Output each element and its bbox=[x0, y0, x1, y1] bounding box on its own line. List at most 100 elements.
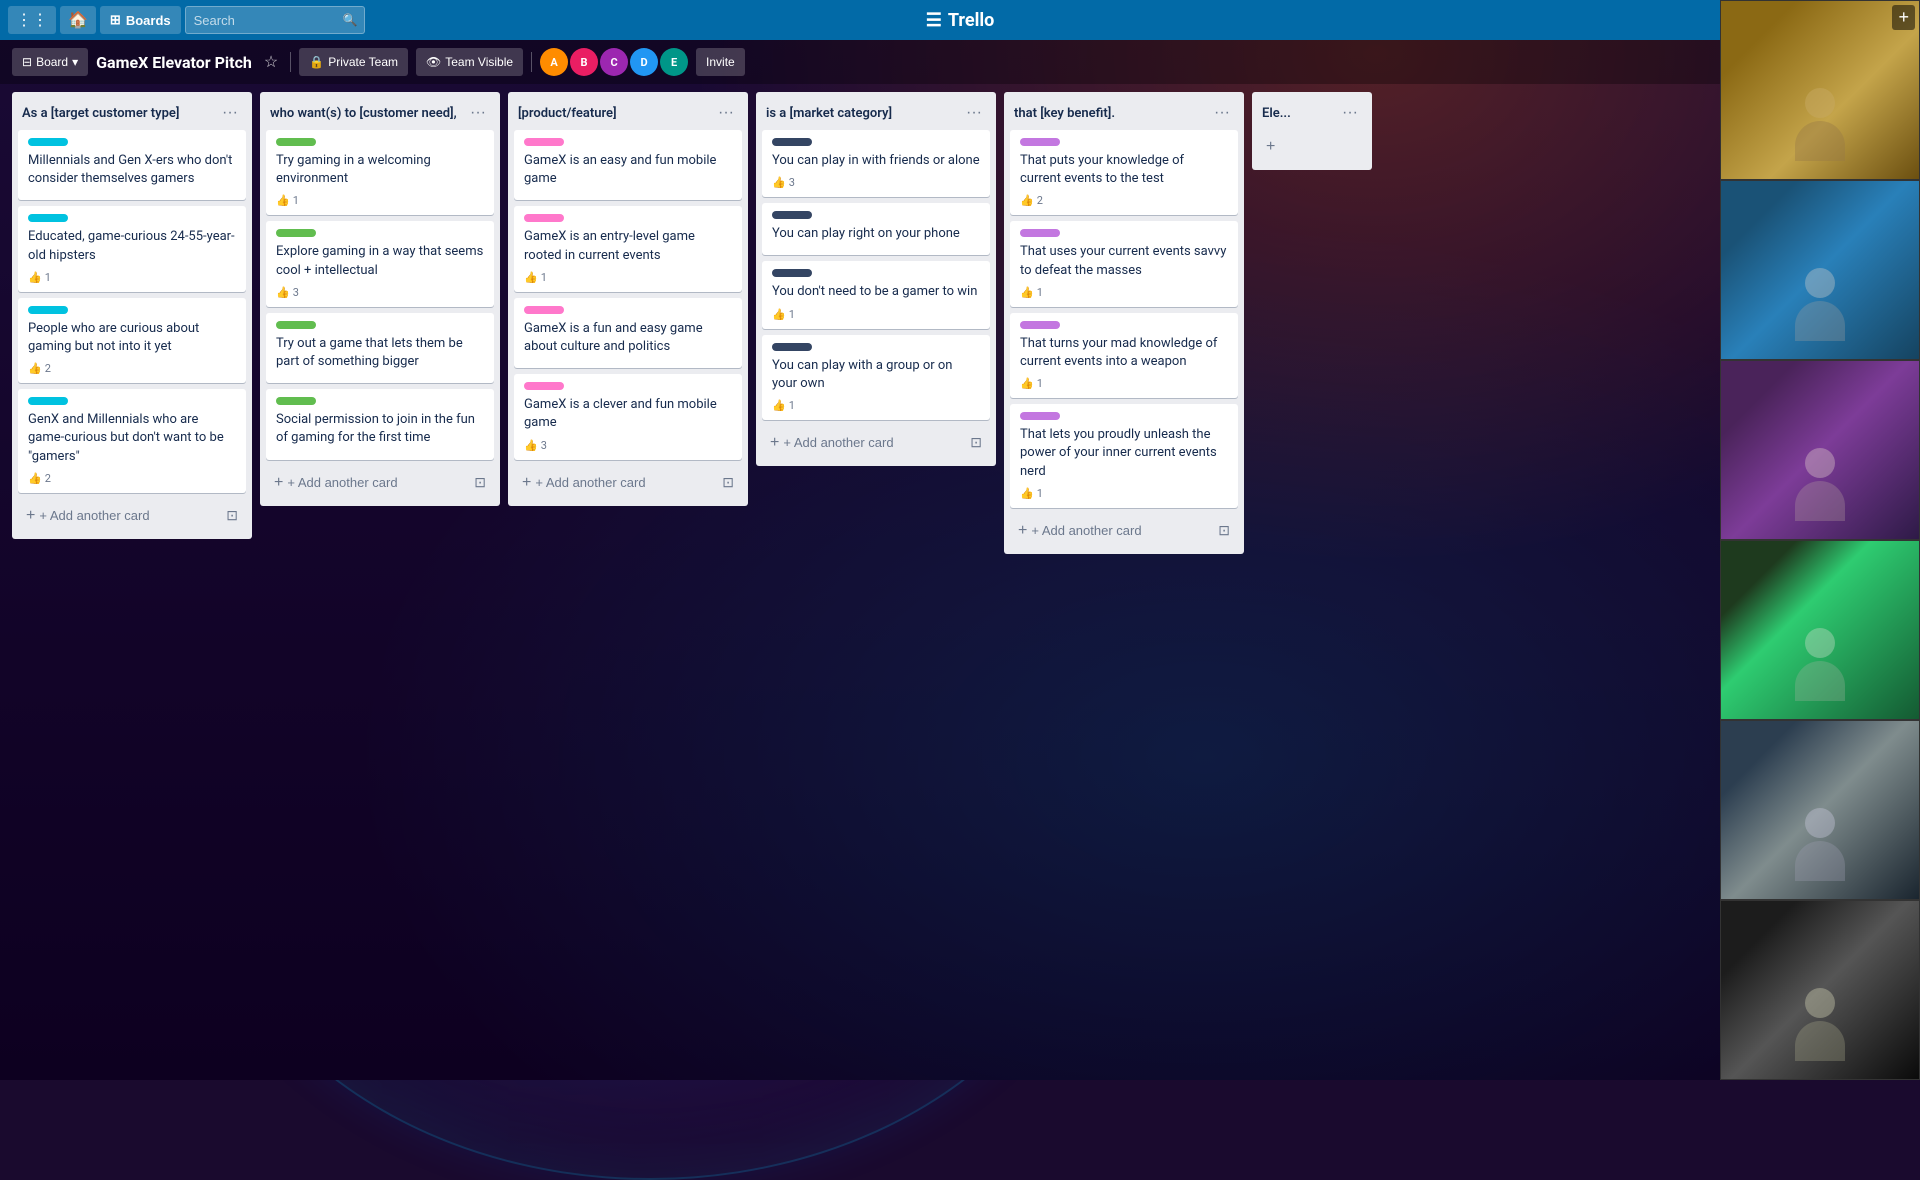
card-text: You can play right on your phone bbox=[772, 225, 980, 243]
column-3-menu-button[interactable]: ··· bbox=[714, 102, 738, 124]
card-gamex-easy-fun[interactable]: GameX is an easy and fun mobile game bbox=[514, 130, 742, 200]
card-likes: 👍 1 bbox=[28, 271, 51, 284]
member-avatar-1[interactable]: A bbox=[540, 48, 568, 76]
add-card-button-6[interactable]: + bbox=[1256, 132, 1368, 162]
board-header: ⊟ Board ▾ GameX Elevator Pitch ☆ 🔒 Priva… bbox=[0, 40, 1920, 84]
video-tile-1[interactable]: + bbox=[1720, 0, 1920, 180]
header-separator-2 bbox=[531, 52, 532, 72]
search-input[interactable] bbox=[185, 6, 365, 34]
archive-icon: ⊡ bbox=[1218, 522, 1230, 539]
card-savvy-defeat[interactable]: That uses your current events savvy to d… bbox=[1010, 221, 1238, 306]
column-customer-need: who want(s) to [customer need], ··· Try … bbox=[260, 92, 500, 506]
card-footer: 👍 1 bbox=[1020, 377, 1228, 390]
card-not-gamer-to-win[interactable]: You don't need to be a gamer to win 👍 1 bbox=[762, 261, 990, 328]
trello-text: Trello bbox=[948, 10, 994, 31]
card-millennials-genx[interactable]: Millennials and Gen X-ers who don't cons… bbox=[18, 130, 246, 200]
card-text: GameX is a fun and easy game about cultu… bbox=[524, 320, 732, 356]
member-avatar-3[interactable]: C bbox=[600, 48, 628, 76]
team-visible-button[interactable]: 👁 Team Visible bbox=[416, 48, 523, 76]
plus-icon: + bbox=[274, 474, 283, 492]
column-5-menu-button[interactable]: ··· bbox=[1210, 102, 1234, 124]
column-2-menu-button[interactable]: ··· bbox=[466, 102, 490, 124]
video-tile-4[interactable] bbox=[1720, 540, 1920, 720]
card-text: That puts your knowledge of current even… bbox=[1020, 152, 1228, 188]
likes-count: 2 bbox=[1037, 194, 1043, 207]
private-team-button[interactable]: 🔒 Private Team bbox=[299, 48, 408, 76]
card-knowledge-test[interactable]: That puts your knowledge of current even… bbox=[1010, 130, 1238, 215]
add-card-button-2[interactable]: + + Add another card ⊡ bbox=[264, 468, 496, 498]
video-tile-6[interactable] bbox=[1720, 900, 1920, 1080]
card-text: Social permission to join in the fun of … bbox=[276, 411, 484, 447]
add-card-label: + Add another card bbox=[783, 435, 893, 450]
board-title[interactable]: GameX Elevator Pitch bbox=[96, 53, 252, 72]
home-button[interactable]: 🏠 bbox=[60, 6, 96, 34]
card-likes: 👍 2 bbox=[1020, 194, 1043, 207]
add-video-button-1[interactable]: + bbox=[1892, 5, 1915, 30]
card-text: That lets you proudly unleash the power … bbox=[1020, 426, 1228, 481]
thumbs-up-icon: 👍 bbox=[1020, 377, 1034, 390]
card-genx-millennials-gamers[interactable]: GenX and Millennials who are game-curiou… bbox=[18, 389, 246, 493]
card-likes: 👍 2 bbox=[28, 472, 51, 485]
search-icon: 🔍 bbox=[343, 13, 358, 27]
card-label-pink bbox=[524, 306, 564, 314]
card-text: You don't need to be a gamer to win bbox=[772, 283, 980, 301]
thumbs-up-icon: 👍 bbox=[276, 194, 290, 207]
thumbs-up-icon: 👍 bbox=[772, 308, 786, 321]
card-footer: 👍 1 bbox=[772, 308, 980, 321]
trello-icon: ☰ bbox=[926, 10, 942, 31]
card-label-purple bbox=[1020, 412, 1060, 420]
archive-icon: ⊡ bbox=[970, 434, 982, 451]
column-4-cards: You can play in with friends or alone 👍 … bbox=[756, 130, 996, 426]
card-footer: 👍 1 bbox=[524, 271, 732, 284]
card-social-permission[interactable]: Social permission to join in the fun of … bbox=[266, 389, 494, 459]
card-gamex-clever[interactable]: GameX is a clever and fun mobile game 👍 … bbox=[514, 374, 742, 459]
card-inner-nerd[interactable]: That lets you proudly unleash the power … bbox=[1010, 404, 1238, 508]
card-label-navy bbox=[772, 343, 812, 351]
card-try-gaming[interactable]: Try gaming in a welcoming environment 👍 … bbox=[266, 130, 494, 215]
card-play-group-own[interactable]: You can play with a group or on your own… bbox=[762, 335, 990, 420]
card-text: People who are curious about gaming but … bbox=[28, 320, 236, 356]
card-educated-hipsters[interactable]: Educated, game-curious 24-55-year-old hi… bbox=[18, 206, 246, 291]
boards-button[interactable]: ⊞ Boards bbox=[100, 6, 181, 34]
card-likes: 👍 3 bbox=[772, 176, 795, 189]
boards-label: Boards bbox=[126, 13, 171, 28]
card-text: Explore gaming in a way that seems cool … bbox=[276, 243, 484, 279]
board-content: As a [target customer type] ··· Millenni… bbox=[0, 84, 1720, 562]
card-something-bigger[interactable]: Try out a game that lets them be part of… bbox=[266, 313, 494, 383]
add-card-button-4[interactable]: + + Add another card ⊡ bbox=[760, 428, 992, 458]
add-card-button-5[interactable]: + + Add another card ⊡ bbox=[1008, 516, 1240, 546]
video-tile-3[interactable] bbox=[1720, 360, 1920, 540]
star-button[interactable]: ☆ bbox=[260, 50, 282, 74]
card-label-purple bbox=[1020, 138, 1060, 146]
column-2-title: who want(s) to [customer need], bbox=[270, 106, 466, 121]
board-menu-button[interactable]: ⊟ Board ▾ bbox=[12, 48, 88, 76]
private-label: Private Team bbox=[328, 55, 398, 69]
card-likes: 👍 3 bbox=[276, 286, 299, 299]
top-navigation: ⋮⋮ 🏠 ⊞ Boards 🔍 ☰ Trello U bbox=[0, 0, 1920, 40]
column-4-menu-button[interactable]: ··· bbox=[962, 102, 986, 124]
card-play-phone[interactable]: You can play right on your phone bbox=[762, 203, 990, 255]
card-play-friends-alone[interactable]: You can play in with friends or alone 👍 … bbox=[762, 130, 990, 197]
card-explore-gaming[interactable]: Explore gaming in a way that seems cool … bbox=[266, 221, 494, 306]
column-6-menu-button[interactable]: ··· bbox=[1338, 102, 1362, 124]
trello-logo: ☰ Trello bbox=[926, 10, 995, 31]
member-avatar-5[interactable]: E bbox=[660, 48, 688, 76]
invite-button[interactable]: Invite bbox=[696, 48, 745, 76]
thumbs-up-icon: 👍 bbox=[28, 472, 42, 485]
column-1-menu-button[interactable]: ··· bbox=[218, 102, 242, 124]
column-1-cards: Millennials and Gen X-ers who don't cons… bbox=[12, 130, 252, 499]
grid-menu-button[interactable]: ⋮⋮ bbox=[8, 6, 56, 34]
card-gamex-culture-politics[interactable]: GameX is a fun and easy game about cultu… bbox=[514, 298, 742, 368]
thumbs-up-icon: 👍 bbox=[772, 176, 786, 189]
member-avatar-2[interactable]: B bbox=[570, 48, 598, 76]
member-avatar-4[interactable]: D bbox=[630, 48, 658, 76]
card-gamex-entry-level[interactable]: GameX is an entry-level game rooted in c… bbox=[514, 206, 742, 291]
member-avatars: A B C D E bbox=[540, 48, 688, 76]
add-card-button-1[interactable]: + + Add another card ⊡ bbox=[16, 501, 248, 531]
video-tile-5[interactable] bbox=[1720, 720, 1920, 900]
card-curious-gaming[interactable]: People who are curious about gaming but … bbox=[18, 298, 246, 383]
card-mad-knowledge-weapon[interactable]: That turns your mad knowledge of current… bbox=[1010, 313, 1238, 398]
card-footer: 👍 1 bbox=[28, 271, 236, 284]
video-tile-2[interactable] bbox=[1720, 180, 1920, 360]
add-card-button-3[interactable]: + + Add another card ⊡ bbox=[512, 468, 744, 498]
